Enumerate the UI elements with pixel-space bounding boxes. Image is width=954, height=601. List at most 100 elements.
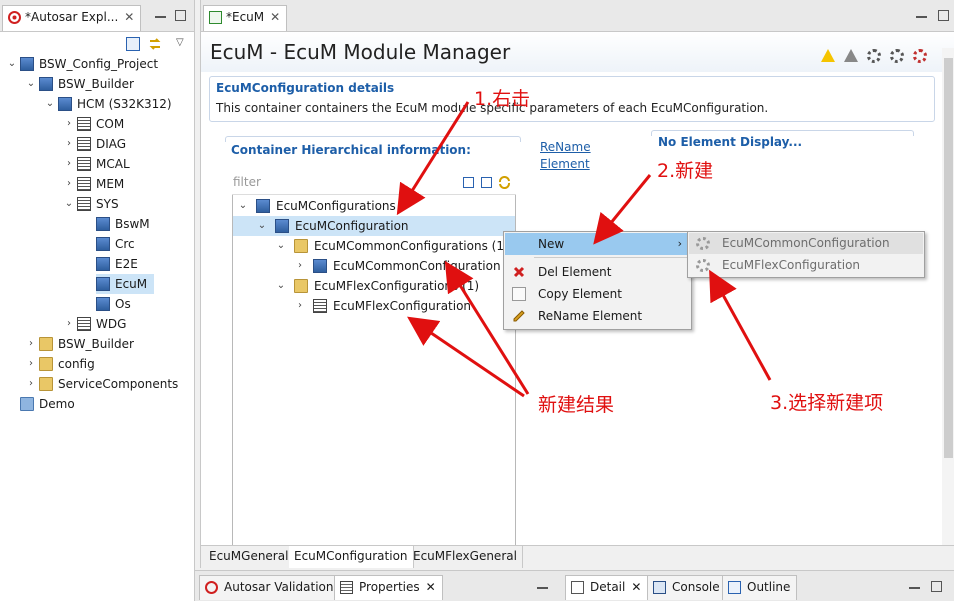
console-icon [653,581,666,594]
tab-label: *EcuM [226,10,265,24]
refresh-icon[interactable] [498,176,511,189]
warning-icon[interactable] [821,49,835,63]
tree-item-label: EcuM [115,277,148,291]
hierarchy-item-label: EcuMFlexConfiguration [333,299,472,313]
details-title: EcuMConfiguration details [216,81,395,95]
vertical-scrollbar[interactable] [942,48,954,545]
tree-item-label: config [58,357,95,371]
minimize-icon[interactable] [916,10,927,18]
collapse-all-icon[interactable] [463,177,474,188]
page-tab[interactable]: EcuMFlexGeneral [408,546,523,568]
annotation-step1: 1.右击 [474,88,531,110]
chevron-right-icon[interactable]: › [63,134,75,154]
chevron-down-icon[interactable]: ⌄ [6,54,18,74]
menu-item-new[interactable]: New › [505,233,690,255]
chevron-right-icon[interactable]: › [25,374,37,394]
folder-icon [294,279,308,293]
scrollbar-thumb[interactable] [944,58,953,458]
module-icon [96,217,110,231]
tree-item[interactable]: EcuM [96,274,154,294]
chevron-right-icon[interactable]: › [63,114,75,134]
tab-outline[interactable]: Outline [722,575,798,600]
chevron-right-icon[interactable]: › [294,256,306,276]
maximize-icon[interactable] [175,10,186,21]
delete-icon [513,266,525,278]
menu-item-rename-element[interactable]: ReName Element [505,305,690,327]
close-icon[interactable]: ✕ [270,10,280,24]
tab-autosar-validation[interactable]: Autosar Validation [199,575,341,600]
chevron-down-icon[interactable]: ⌄ [25,74,37,94]
new-submenu: EcuMCommonConfiguration EcuMFlexConfigur… [687,231,925,278]
chevron-right-icon[interactable]: › [25,354,37,374]
tab-label: Autosar Validation [224,580,334,594]
hierarchy-divider [232,194,516,195]
autosar-explorer-pane: *Autosar Expl... ✕ ▽ ⌄ BSW_Config_Project ⌄… [0,0,195,601]
list-icon [77,137,91,151]
annotation-step2: 2.新建 [657,160,714,182]
tab-label: Properties [359,580,420,594]
menu-item-del-element[interactable]: Del Element [505,261,690,283]
detail-icon [571,581,584,594]
tab-label: Detail [590,580,626,594]
close-icon[interactable]: ✕ [426,580,436,594]
builder-icon [39,77,53,91]
minimize-icon[interactable] [909,581,920,589]
page-tab[interactable]: EcuMGeneral [204,546,295,568]
page-title: EcuM - EcuM Module Manager [210,40,511,64]
menu-item-copy-element[interactable]: Copy Element [505,283,690,305]
link-with-editor-icon[interactable] [148,37,162,51]
collapse-all-icon[interactable] [126,37,140,51]
chevron-down-icon[interactable]: ⌄ [275,236,287,256]
hierarchy-item-label: EcuMCommonConfigurations (1) [314,239,509,253]
tab-console[interactable]: Console [647,575,727,600]
chevron-right-icon[interactable]: › [294,296,306,316]
chevron-down-icon[interactable]: ⌄ [275,276,287,296]
tab-autosar-explorer[interactable]: *Autosar Expl... ✕ [2,5,142,31]
minimize-icon[interactable] [155,10,166,18]
chevron-right-icon[interactable]: › [63,174,75,194]
gears-icon [696,237,710,250]
outline-icon [728,581,741,594]
close-icon[interactable]: ✕ [124,10,134,24]
submenu-item-ecum-common-configuration[interactable]: EcuMCommonConfiguration [689,233,923,254]
chevron-down-icon[interactable]: ⌄ [237,196,249,216]
view-menu-icon[interactable]: ▽ [176,37,190,51]
tree-item-label: Os [115,297,131,311]
chevron-down-icon[interactable]: ⌄ [63,194,75,214]
tab-properties[interactable]: Properties ✕ [334,575,443,600]
minimize-icon[interactable] [537,581,548,589]
maximize-icon[interactable] [938,10,949,21]
chevron-down-icon[interactable]: ⌄ [44,94,56,114]
submenu-item-ecum-flex-configuration[interactable]: EcuMFlexConfiguration [689,255,923,276]
expand-all-icon[interactable] [481,177,492,188]
gears-icon[interactable] [890,49,904,63]
gears-icon [696,259,710,272]
generate-icon[interactable] [913,49,927,63]
close-icon[interactable]: ✕ [631,580,641,594]
hierarchy-item-label: EcuMConfiguration [295,219,409,233]
folder-icon [39,357,53,371]
filter-input[interactable]: filter [233,175,261,189]
chevron-right-icon[interactable]: › [25,334,37,354]
chevron-right-icon[interactable]: › [63,154,75,174]
autosar-icon [205,581,218,594]
hierarchy-tree-item[interactable]: ⌄ EcuMConfiguration [233,216,515,236]
page-tab[interactable]: EcuMConfiguration [289,546,414,568]
info-warning-icon[interactable] [844,49,858,63]
tree-item-label: Demo [39,397,75,411]
list-icon [77,197,91,211]
tree-item-label: BswM [115,217,150,231]
gear-icon[interactable] [867,49,881,63]
hierarchy-box-border [225,136,521,142]
tree-item-label: MEM [96,177,125,191]
tab-ecum-editor[interactable]: *EcuM ✕ [203,5,288,31]
tab-detail[interactable]: Detail ✕ [565,575,649,600]
tree-item-label: BSW_Config_Project [39,57,159,71]
maximize-icon[interactable] [931,581,942,592]
chevron-down-icon[interactable]: ⌄ [256,216,268,236]
element-link[interactable]: Element [540,157,590,171]
tree-item-label: MCAL [96,157,130,171]
rename-link[interactable]: ReName [540,140,591,154]
editor-page-tabs: EcuMGeneral EcuMConfiguration EcuMFlexGene… [201,545,954,568]
chevron-right-icon[interactable]: › [63,314,75,334]
